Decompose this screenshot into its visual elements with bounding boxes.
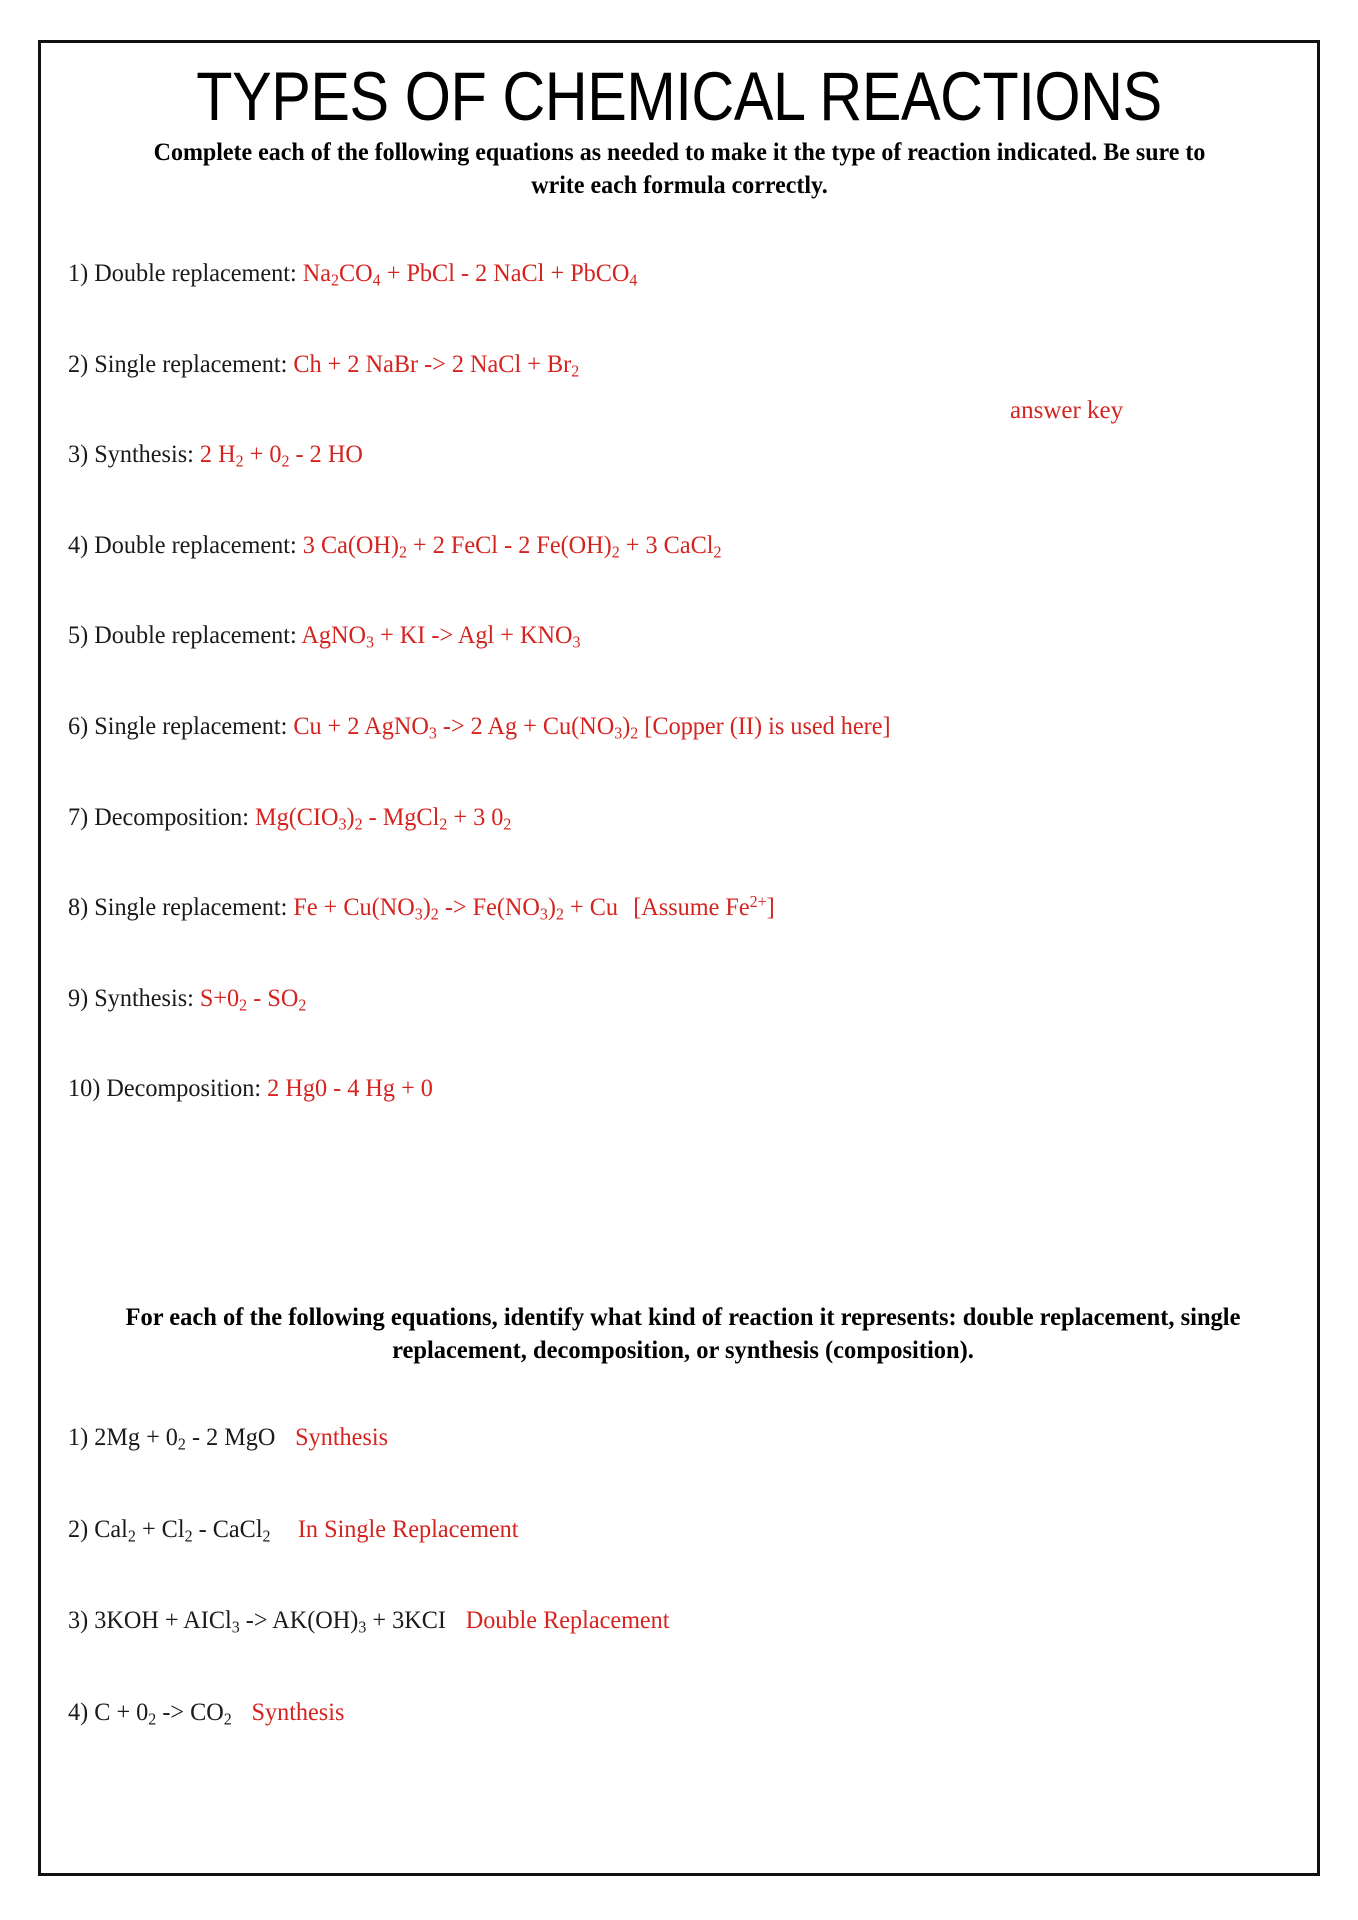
classify-item-4: 4) C + 02 -> CO2 Synthesis	[68, 1697, 1237, 1728]
equation-text: 2Mg + 02 - 2 MgO	[94, 1422, 276, 1454]
header-block: TYPES OF CHEMICAL REACTIONS Complete eac…	[68, 58, 1290, 202]
answer-text: 2 H2 + 02 - 2 HO	[199, 439, 363, 471]
answer-text: Synthesis	[251, 1696, 345, 1726]
question-number: 1)	[68, 258, 89, 287]
question-number: 4)	[68, 529, 89, 559]
instructions-bottom: For each of the following equations, ide…	[125, 1302, 1241, 1365]
question-item-5: 5) Double replacement: AgNO3 + KI -> Agl…	[68, 620, 1237, 651]
question-number: 1)	[68, 1422, 89, 1451]
question-item-1: 1) Double replacement: Na2CO4 + PbCl - 2…	[68, 258, 1237, 289]
question-number: 4)	[68, 1696, 89, 1726]
page-title: TYPES OF CHEMICAL REACTIONS	[196, 58, 1162, 135]
answer-text: Mg(CIO3)2 - MgCl2 + 3 02	[255, 801, 512, 834]
instructions-top: Complete each of the following equations…	[153, 137, 1205, 199]
question-item-10: 10) Decomposition: 2 Hg0 - 4 Hg + 0	[68, 1073, 1237, 1104]
answer-text: Na2CO4 + PbCl - 2 NaCl + PbCO4	[302, 258, 638, 290]
question-number: 6)	[68, 710, 89, 740]
question-item-2: 2) Single replacement: Ch + 2 NaBr -> 2 …	[68, 349, 1237, 380]
question-number: 2)	[68, 348, 89, 378]
question-prompt: Double replacement:	[94, 529, 297, 559]
question-number: 5)	[68, 620, 89, 650]
equation-text: C + 02 -> CO2	[94, 1696, 232, 1729]
question-number: 10)	[68, 1073, 101, 1103]
answer-text: 3 Ca(OH)2 + 2 FeCl - 2 Fe(OH)2 + 3 CaCl2	[302, 529, 722, 562]
question-prompt: Double replacement:	[94, 620, 297, 650]
equation-text: 3KOH + AICl3 -> AK(OH)3 + 3KCI	[94, 1605, 446, 1637]
answer-text: Synthesis	[295, 1422, 389, 1451]
question-prompt: Single replacement:	[94, 348, 288, 378]
question-number: 3)	[68, 439, 89, 469]
question-item-7: 7) Decomposition: Mg(CIO3)2 - MgCl2 + 3 …	[68, 802, 1237, 833]
answer-text: Ch + 2 NaBr -> 2 NaCl + Br2	[293, 348, 580, 381]
question-item-6: 6) Single replacement: Cu + 2 AgNO3 -> 2…	[68, 711, 1237, 742]
section-two-list: 1) 2Mg + 02 - 2 MgO Synthesis 2) Cal2 + …	[68, 1422, 1298, 1788]
classify-item-2: 2) Cal2 + Cl2 - CaCl2 In Single Replacem…	[68, 1514, 1237, 1545]
answer-text: Double Replacement	[465, 1605, 670, 1635]
equation-text: Cal2 + Cl2 - CaCl2	[94, 1513, 271, 1546]
answer-text: Cu + 2 AgNO3 -> 2 Ag + Cu(NO3)2 [Copper …	[293, 710, 891, 743]
question-prompt: Synthesis:	[94, 982, 194, 1012]
question-prompt: Decomposition:	[94, 801, 250, 831]
answer-text: S+02 - SO2	[199, 982, 307, 1015]
question-number: 9)	[68, 982, 89, 1012]
question-prompt: Decomposition:	[106, 1073, 262, 1103]
question-item-8: 8) Single replacement: Fe + Cu(NO3)2 -> …	[68, 892, 1237, 923]
classify-item-3: 3) 3KOH + AICl3 -> AK(OH)3 + 3KCI Double…	[68, 1605, 1237, 1636]
question-prompt: Synthesis:	[94, 439, 194, 469]
answer-text: AgNO3 + KI -> Agl + KNO3	[301, 620, 581, 653]
question-item-4: 4) Double replacement: 3 Ca(OH)2 + 2 FeC…	[68, 530, 1237, 561]
question-prompt: Double replacement:	[94, 258, 297, 287]
question-number: 3)	[68, 1605, 89, 1635]
worksheet-page: TYPES OF CHEMICAL REACTIONS Complete eac…	[0, 0, 1358, 1920]
question-number: 7)	[68, 801, 89, 831]
question-item-9: 9) Synthesis: S+02 - SO2	[68, 983, 1237, 1014]
question-number: 2)	[68, 1513, 89, 1543]
answer-text: In Single Replacement	[297, 1513, 519, 1543]
classify-item-1: 1) 2Mg + 02 - 2 MgO Synthesis	[68, 1422, 1237, 1453]
answer-text: 2 Hg0 - 4 Hg + 0	[267, 1073, 433, 1103]
question-prompt: Single replacement:	[94, 710, 288, 740]
question-number: 8)	[68, 892, 89, 922]
question-item-3: 3) Synthesis: 2 H2 + 02 - 2 HO	[68, 439, 1237, 470]
section-one-list: 1) Double replacement: Na2CO4 + PbCl - 2…	[68, 258, 1298, 1164]
question-prompt: Single replacement:	[94, 892, 288, 922]
answer-text: Fe + Cu(NO3)2 -> Fe(NO3)2 + Cu [Assume Fe…	[293, 892, 775, 924]
